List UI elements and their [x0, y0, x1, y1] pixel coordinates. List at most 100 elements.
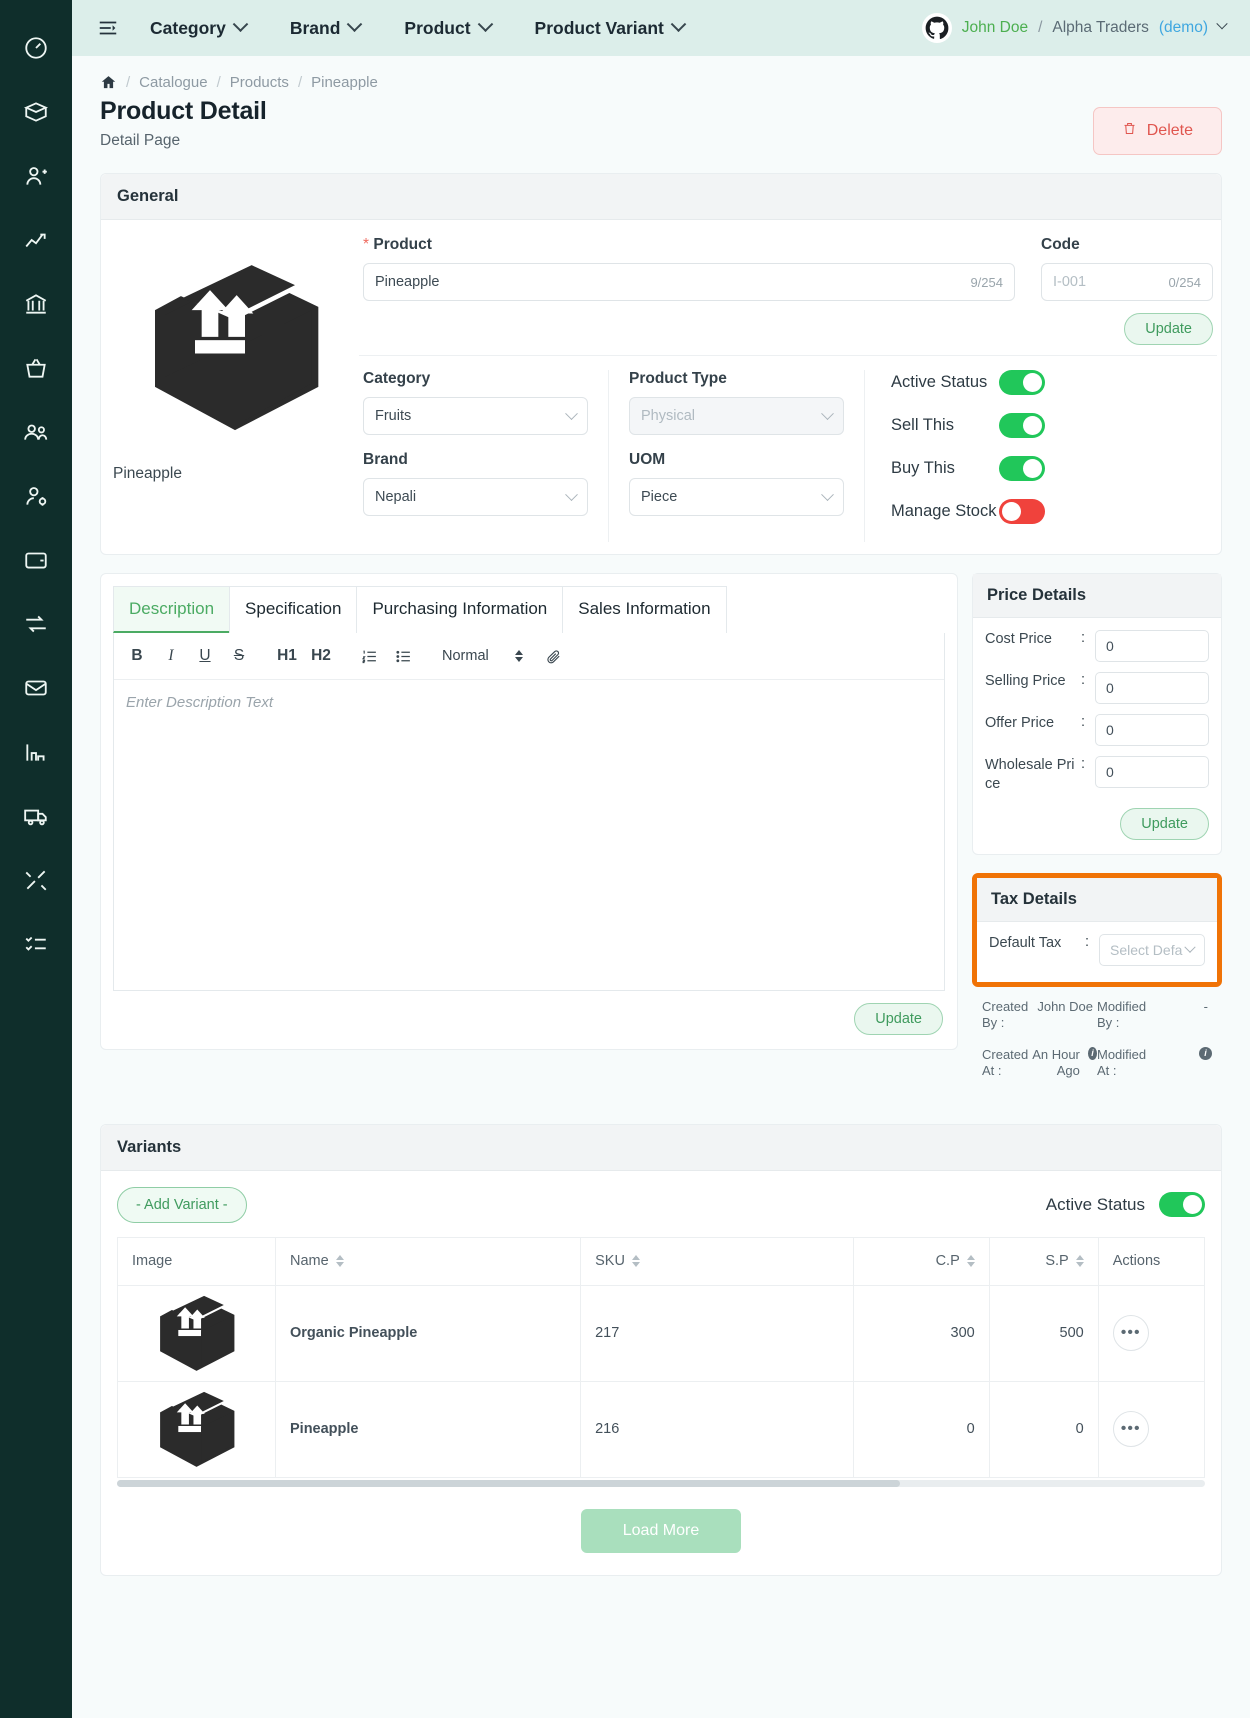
variant-name-cell[interactable]: Pineapple [274, 1380, 582, 1478]
sidebar-item-inbox[interactable] [0, 658, 72, 722]
variants-card: Variants - Add Variant - Active Status I… [100, 1123, 1222, 1576]
active-status-label: Active Status [891, 373, 988, 392]
variants-table: Image Name SKU C.P S.P Actions Organic P… [117, 1236, 1206, 1478]
breadcrumb-item-pineapple[interactable]: Pineapple [311, 74, 378, 91]
column-sp[interactable]: S.P [988, 1236, 1099, 1286]
nav-label: Product Variant [534, 17, 664, 38]
column-cp[interactable]: C.P [852, 1236, 990, 1286]
load-more-button[interactable]: Load More [580, 1508, 742, 1553]
list-ol-icon[interactable] [352, 642, 386, 670]
sidebar-item-purchase[interactable] [0, 338, 72, 402]
required-marker: * [363, 236, 370, 253]
modified-at-value [1149, 1047, 1195, 1080]
category-select[interactable]: Fruits [363, 397, 588, 435]
breadcrumb-item-products[interactable]: Products [230, 74, 289, 91]
more-dots-icon[interactable]: ••• [1112, 1315, 1149, 1352]
box-open-icon [23, 99, 49, 130]
product-label-text: Product [373, 236, 432, 253]
description-textarea[interactable]: Enter Description Text [114, 680, 944, 990]
description-editor: B I U S H1 H2 Normal Enter Description T… [113, 633, 945, 991]
table-row: Pineapple 216 0 0 ••• [117, 1380, 1206, 1478]
tab-description[interactable]: Description [113, 586, 231, 633]
delete-button[interactable]: Delete [1092, 107, 1222, 155]
product-input[interactable]: Pineapple 9/254 [363, 263, 1015, 301]
price-update-button[interactable]: Update [1120, 807, 1209, 840]
sidebar-item-delivery[interactable] [0, 786, 72, 850]
strikethrough-button[interactable]: S [222, 642, 256, 670]
record-metadata: Created By : John Doe Created At : An Ho… [972, 987, 1222, 1106]
column-sku[interactable]: SKU [580, 1236, 854, 1286]
heading-1-button[interactable]: H1 [270, 642, 304, 670]
list-ul-icon[interactable] [386, 642, 420, 670]
modified-at-label: Modified At : [1097, 1047, 1147, 1079]
envelope-icon [23, 675, 49, 706]
created-by-label: Created By : [982, 998, 1029, 1030]
tab-purchasing-information[interactable]: Purchasing Information [356, 586, 564, 633]
package-box-icon [132, 1291, 261, 1381]
offer-price-input[interactable]: 0 [1095, 714, 1209, 746]
format-select[interactable]: Normal [442, 648, 523, 664]
user-menu[interactable]: John Doe / Alpha Traders (demo) [921, 13, 1234, 43]
sidebar-item-tools[interactable] [0, 850, 72, 914]
brand-select[interactable]: Nepali [363, 478, 588, 516]
general-update-button[interactable]: Update [1124, 313, 1213, 345]
nav-item-product-variant[interactable]: Product Variant [513, 15, 706, 39]
paperclip-icon[interactable] [537, 642, 571, 670]
sidebar-item-payments[interactable] [0, 530, 72, 594]
sidebar-item-store[interactable] [0, 274, 72, 338]
selling-price-label: Selling Price [985, 673, 1066, 689]
sidebar-item-customers[interactable] [0, 146, 72, 210]
buy-this-toggle[interactable] [999, 456, 1045, 481]
sidebar-item-catalogue[interactable] [0, 82, 72, 146]
breadcrumb-item-catalogue[interactable]: Catalogue [139, 74, 207, 91]
tab-specification[interactable]: Specification [229, 586, 358, 633]
table-horizontal-scrollbar[interactable] [117, 1479, 1205, 1487]
sort-arrows-icon [966, 1255, 975, 1268]
home-icon[interactable] [100, 74, 117, 91]
sell-this-toggle[interactable] [999, 413, 1045, 438]
sort-arrows-icon [335, 1255, 344, 1268]
active-status-toggle[interactable] [999, 370, 1045, 395]
uom-select[interactable]: Piece [629, 478, 844, 516]
package-box-icon [135, 236, 335, 451]
underline-button[interactable]: U [188, 642, 222, 670]
heading-2-button[interactable]: H2 [304, 642, 338, 670]
sidebar-item-reports[interactable] [0, 210, 72, 274]
default-tax-select[interactable]: Select Defa [1099, 933, 1205, 966]
add-variant-button[interactable]: - Add Variant - [117, 1186, 247, 1223]
sell-this-label: Sell This [891, 416, 954, 435]
sidebar-item-staff[interactable] [0, 466, 72, 530]
bold-button[interactable]: B [120, 642, 154, 670]
variant-cp-cell: 300 [852, 1284, 990, 1382]
cost-price-input[interactable]: 0 [1095, 630, 1209, 662]
sidebar-item-expenses[interactable] [0, 594, 72, 658]
info-icon[interactable]: i [1087, 1047, 1097, 1061]
hamburger-collapse-icon[interactable] [88, 17, 128, 39]
sidebar-item-contacts[interactable] [0, 402, 72, 466]
code-input[interactable]: I-001 0/254 [1041, 263, 1213, 301]
sidebar-item-tasks[interactable] [0, 914, 72, 978]
description-update-button[interactable]: Update [854, 1003, 943, 1035]
info-icon[interactable]: i [1199, 1047, 1212, 1061]
tab-sales-information[interactable]: Sales Information [562, 586, 727, 633]
sidebar-item-dashboard[interactable] [0, 18, 72, 82]
column-name[interactable]: Name [274, 1236, 582, 1286]
nav-item-product[interactable]: Product [382, 15, 512, 39]
page-subtitle: Detail Page [100, 132, 181, 149]
scrollbar-thumb[interactable] [117, 1479, 901, 1487]
buy-this-toggle-row: Buy This [891, 456, 1217, 481]
selling-price-input[interactable]: 0 [1095, 672, 1209, 704]
column-name-label: Name [290, 1253, 329, 1270]
nav-item-category[interactable]: Category [128, 15, 268, 39]
wholesale-price-input[interactable]: 0 [1095, 756, 1209, 788]
sidebar-item-analytics[interactable] [0, 722, 72, 786]
manage-stock-toggle[interactable] [999, 499, 1045, 524]
italic-button[interactable]: I [154, 642, 188, 670]
variant-name-cell[interactable]: Organic Pineapple [274, 1284, 582, 1382]
nav-item-brand[interactable]: Brand [268, 15, 383, 39]
variants-active-status-toggle[interactable] [1159, 1192, 1205, 1218]
active-status-toggle-row: Active Status [891, 370, 1217, 395]
user-org: Alpha Traders [1052, 19, 1149, 36]
product-input-value: Pineapple [375, 274, 440, 290]
more-dots-icon[interactable]: ••• [1112, 1411, 1149, 1448]
